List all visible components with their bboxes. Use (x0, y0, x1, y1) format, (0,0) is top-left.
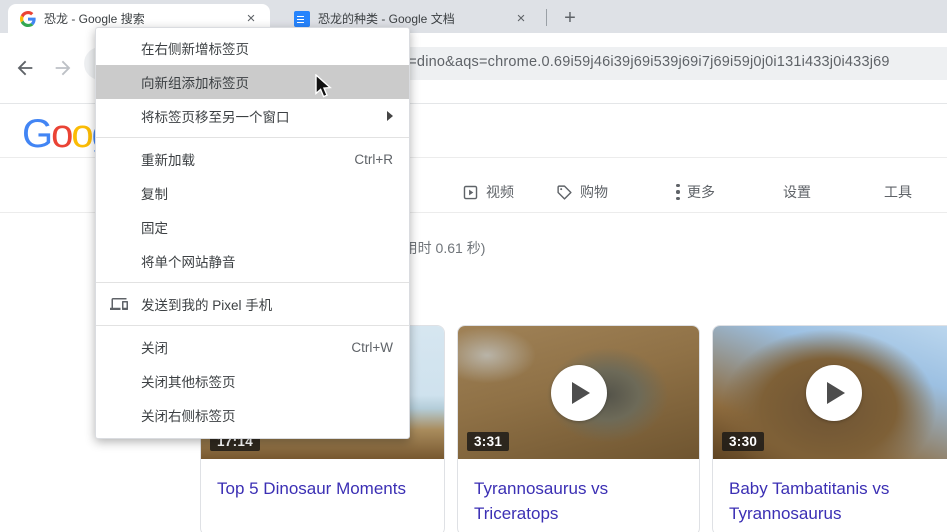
play-icon (805, 364, 862, 421)
google-docs-icon (294, 10, 310, 27)
logo-letter: o (71, 112, 93, 156)
new-tab-button[interactable]: + (556, 4, 584, 32)
video-title-link[interactable]: Tyrannosaurus vs Triceratops (458, 459, 699, 526)
menu-item-reload[interactable]: 重新加载 Ctrl+R (96, 142, 409, 176)
menu-label: 重新加载 (141, 153, 195, 168)
menu-label: 将单个网站静音 (141, 255, 236, 270)
menu-label: 发送到我的 Pixel 手机 (141, 298, 273, 313)
result-stats: (用时 0.61 秒) (399, 240, 486, 256)
video-card[interactable]: 3:31 Tyrannosaurus vs Triceratops (457, 325, 700, 532)
logo-letter: G (22, 112, 53, 156)
menu-item-duplicate[interactable]: 复制 (96, 176, 409, 210)
menu-item-close-other-tabs[interactable]: 关闭其他标签页 (96, 364, 409, 398)
nav-label: 购物 (580, 184, 608, 200)
menu-label: 关闭 (141, 341, 168, 356)
menu-label: 关闭其他标签页 (141, 375, 236, 390)
video-thumbnail[interactable]: 3:31 (458, 326, 699, 459)
nav-label: 工具 (884, 184, 912, 200)
play-icon (550, 364, 607, 421)
menu-label: 固定 (141, 221, 168, 236)
submenu-arrow-icon (387, 111, 393, 121)
nav-settings[interactable]: 设置 (783, 182, 811, 202)
back-button[interactable] (8, 51, 42, 85)
menu-item-new-tab-to-right[interactable]: 在右侧新增标签页 (96, 31, 409, 65)
logo-letter: o (51, 112, 73, 156)
tab-title: 恐龙 - Google 搜索 (44, 12, 145, 26)
tab-close-icon[interactable]: × (242, 10, 260, 28)
nav-shopping[interactable]: 购物 (556, 182, 608, 202)
menu-item-send-to-pixel[interactable]: 发送到我的 Pixel 手机 (96, 287, 409, 321)
nav-label: 更多 (687, 184, 715, 200)
nav-more[interactable]: 更多 (676, 182, 715, 202)
mouse-cursor (314, 73, 336, 105)
menu-item-close[interactable]: 关闭 Ctrl+W (96, 330, 409, 364)
menu-label: 向新组添加标签页 (141, 76, 249, 91)
video-title-link[interactable]: Baby Tambatitanis vs Tyrannosaurus (713, 459, 947, 526)
menu-separator (96, 282, 409, 283)
tab-title: 恐龙的种类 - Google 文档 (318, 12, 455, 26)
video-title-link[interactable]: Top 5 Dinosaur Moments (201, 459, 444, 501)
nav-videos[interactable]: 视频 (462, 182, 514, 202)
tab-close-icon[interactable]: × (512, 10, 530, 28)
tab-context-menu: 在右侧新增标签页 向新组添加标签页 将标签页移至另一个窗口 重新加载 Ctrl+… (95, 27, 410, 439)
tag-icon (557, 184, 572, 200)
menu-item-pin[interactable]: 固定 (96, 210, 409, 244)
menu-separator (96, 325, 409, 326)
menu-label: 在右侧新增标签页 (141, 42, 249, 57)
menu-shortcut: Ctrl+W (351, 339, 393, 355)
menu-shortcut: Ctrl+R (354, 151, 393, 167)
more-icon (676, 184, 680, 200)
menu-item-add-tab-to-new-group[interactable]: 向新组添加标签页 (96, 65, 409, 99)
menu-label: 将标签页移至另一个窗口 (141, 110, 290, 125)
video-icon (463, 185, 478, 199)
menu-separator (96, 137, 409, 138)
url-text: q=dino&aqs=chrome.0.69i59j46i39j69i539j6… (400, 54, 890, 70)
tab-divider (546, 9, 547, 26)
menu-item-mute-site[interactable]: 将单个网站静音 (96, 244, 409, 278)
video-card[interactable]: 3:30 Baby Tambatitanis vs Tyrannosaurus (712, 325, 947, 532)
google-g-icon (20, 10, 36, 27)
menu-label: 复制 (141, 187, 168, 202)
nav-label: 视频 (486, 184, 514, 200)
nav-tools[interactable]: 工具 (884, 182, 912, 202)
forward-button[interactable] (46, 51, 80, 85)
video-duration: 3:31 (467, 432, 510, 451)
video-duration: 3:30 (722, 432, 765, 451)
video-thumbnail[interactable]: 3:30 (713, 326, 947, 459)
devices-icon (110, 295, 128, 316)
menu-item-close-tabs-to-right[interactable]: 关闭右侧标签页 (96, 398, 409, 432)
menu-label: 关闭右侧标签页 (141, 409, 236, 424)
menu-item-move-tab-to-another-window[interactable]: 将标签页移至另一个窗口 (96, 99, 409, 133)
nav-label: 设置 (783, 184, 811, 200)
